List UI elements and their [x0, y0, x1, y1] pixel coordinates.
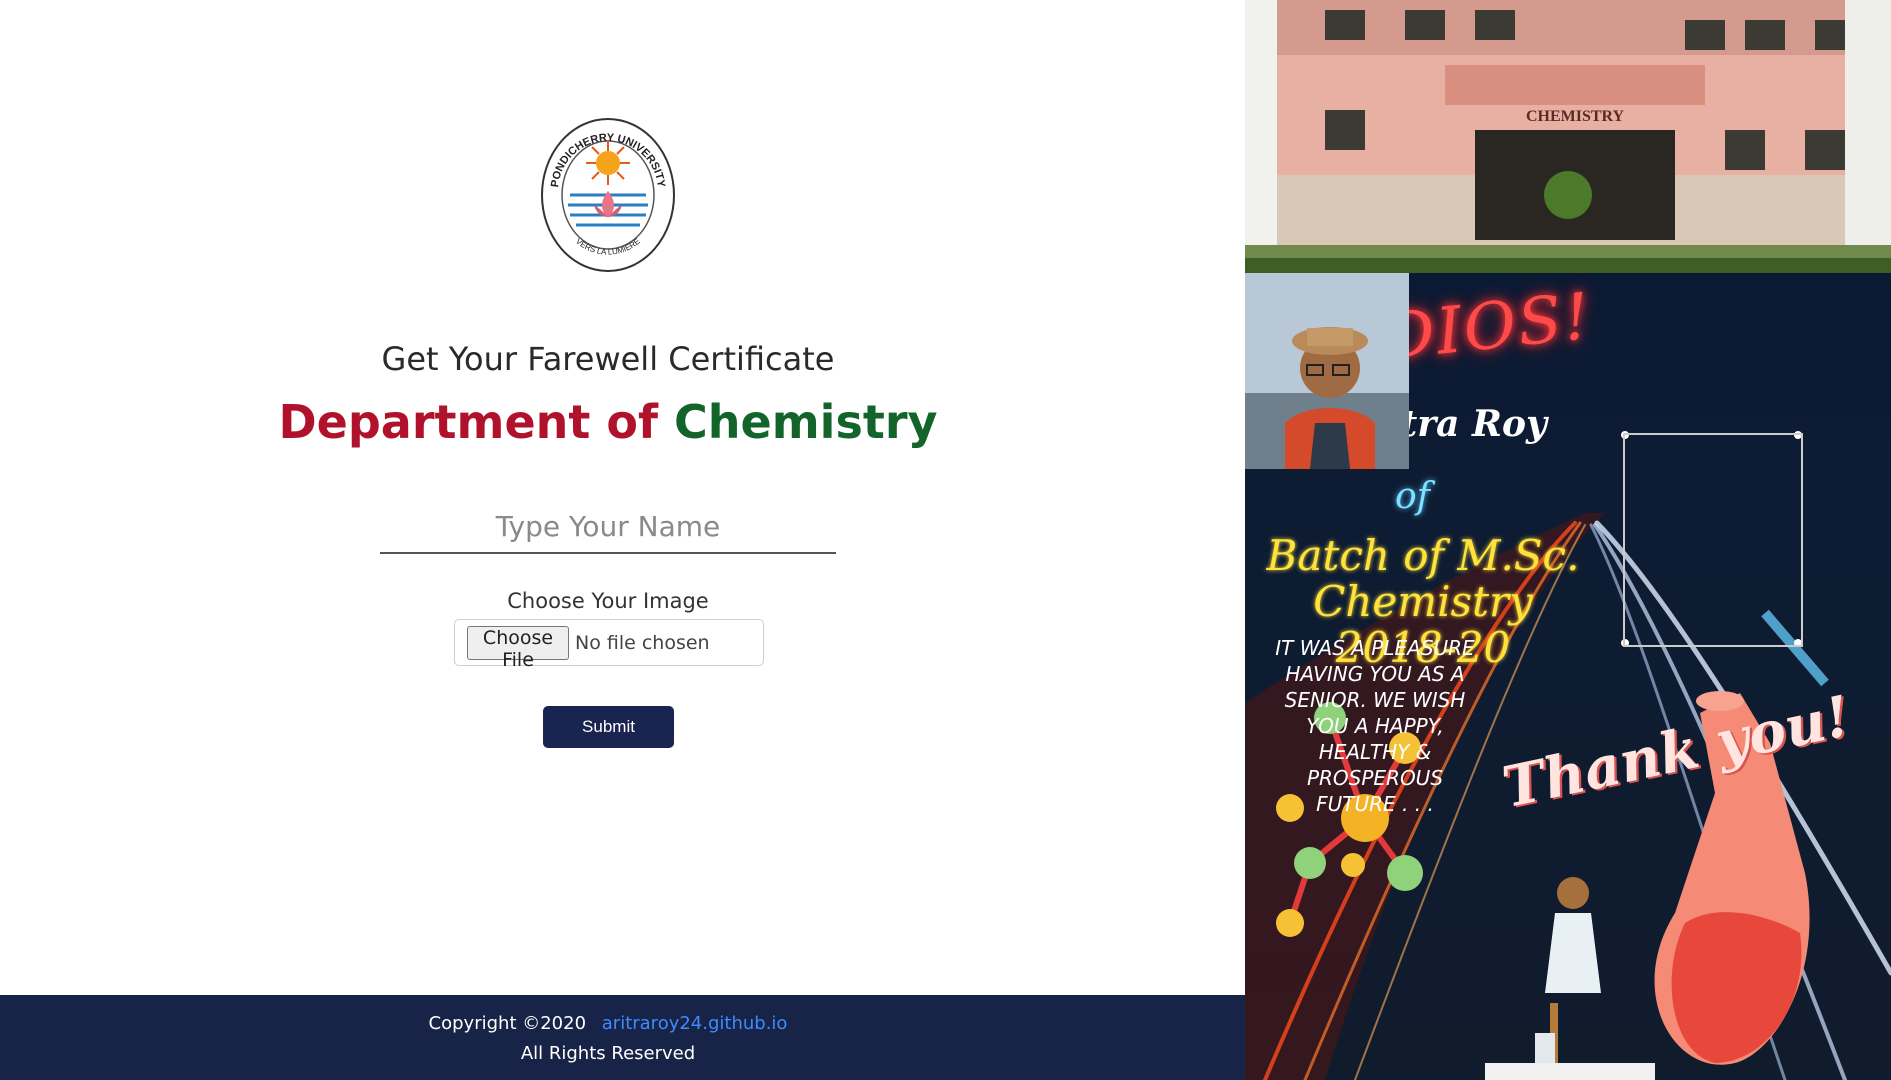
certificate-preview: ADIOS! Aritra Roy of Batch of M.Sc. Chem… — [1245, 273, 1891, 1080]
graduate-photo — [1245, 273, 1409, 469]
footer: Copyright ©2020 aritraroy24.github.io Al… — [0, 995, 1245, 1080]
footer-link[interactable]: aritraroy24.github.io — [602, 1013, 788, 1034]
certificate-preview-panel: CHEMISTRY ADIOS! Aritra Roy of Batch of … — [1245, 0, 1891, 1080]
choose-file-button[interactable]: Choose File — [467, 626, 569, 671]
of-text: of — [1395, 476, 1430, 517]
department-title: Department of Chemistry — [0, 395, 1216, 449]
footer-copyright-line: Copyright ©2020 aritraroy24.github.io — [0, 1013, 1216, 1034]
submit-button[interactable]: Submit — [543, 706, 674, 748]
photo-frame — [1623, 433, 1803, 647]
student-illustration — [1485, 877, 1655, 1080]
image-file-input[interactable]: Choose File No file chosen — [454, 619, 764, 671]
pondicherry-university-logo: PONDICHERRY UNIVERSITY VERS LA LUMIERE — [541, 118, 675, 272]
page-heading: Get Your Farewell Certificate — [381, 340, 835, 378]
chemistry-building-photo: CHEMISTRY — [1245, 0, 1891, 273]
rights-text: All Rights Reserved — [520, 1043, 696, 1064]
certificate-form-panel: PONDICHERRY UNIVERSITY VERS LA LUMIERE G… — [0, 0, 1245, 995]
name-input[interactable] — [380, 500, 836, 554]
department-prefix: Department of — [278, 395, 659, 449]
image-label: Choose Your Image — [507, 589, 709, 613]
department-name: Chemistry — [674, 395, 938, 449]
copyright-text: Copyright ©2020 — [428, 1013, 587, 1034]
file-status-text: No file chosen — [575, 632, 710, 654]
farewell-message: IT WAS A PLEASURE HAVING YOU AS A SENIOR… — [1275, 636, 1475, 816]
building-sign: CHEMISTRY — [1526, 108, 1625, 125]
